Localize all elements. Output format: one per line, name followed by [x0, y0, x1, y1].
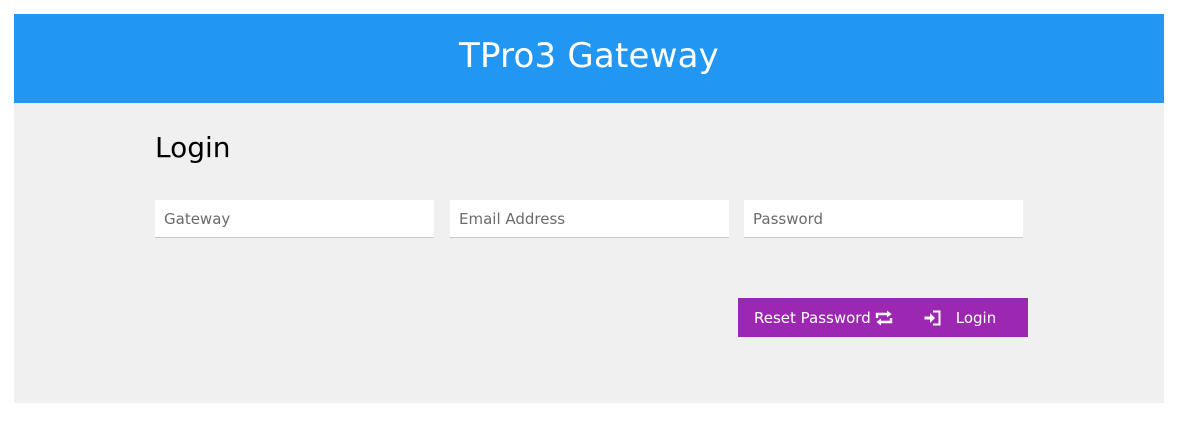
- sign-in-icon: [924, 310, 942, 326]
- reset-password-button[interactable]: Reset Password: [738, 298, 894, 337]
- refresh-icon: [874, 310, 894, 326]
- app-container: TPro3 Gateway Login Reset Password: [14, 14, 1164, 403]
- action-bar: Reset Password Login: [738, 298, 1028, 337]
- gateway-input[interactable]: [155, 200, 434, 238]
- reset-password-label: Reset Password: [754, 308, 871, 327]
- login-heading: Login: [155, 131, 231, 164]
- login-label: Login: [955, 308, 997, 327]
- header-bar: TPro3 Gateway: [14, 14, 1164, 103]
- login-form: Login Reset Password: [154, 103, 1034, 403]
- password-input[interactable]: [744, 200, 1023, 238]
- app-title: TPro3 Gateway: [459, 35, 719, 76]
- login-button[interactable]: Login: [924, 298, 996, 337]
- email-input[interactable]: [450, 200, 729, 238]
